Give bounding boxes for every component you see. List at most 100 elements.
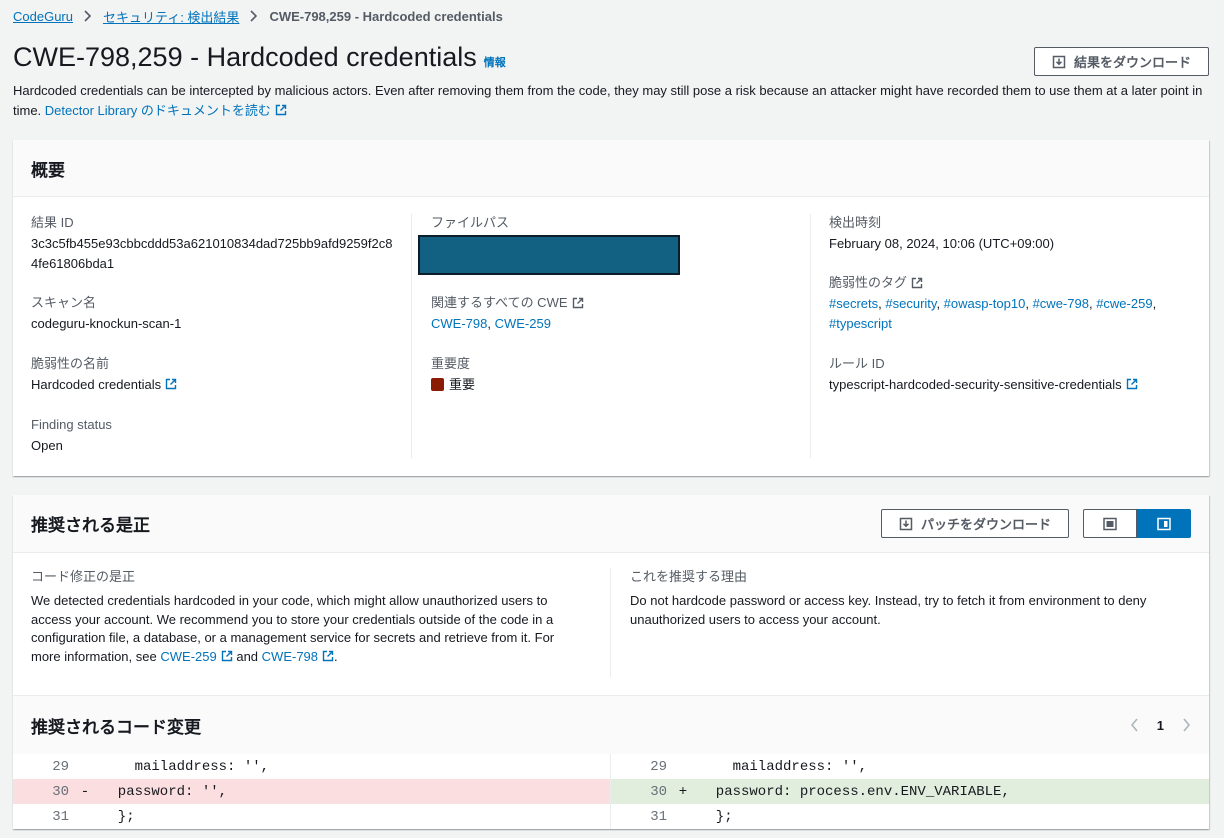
vuln-name-label: 脆弱性の名前 — [31, 356, 110, 371]
page-title: CWE-798,259 - Hardcoded credentials 情報 — [13, 42, 506, 73]
split-view-icon — [1157, 517, 1171, 530]
download-results-button[interactable]: 結果をダウンロード — [1034, 47, 1209, 76]
rule-id-field: ルール ID typescript-hardcoded-security-sen… — [829, 355, 1138, 395]
vuln-name-link[interactable]: Hardcoded credentials — [31, 375, 177, 395]
split-view-button[interactable] — [1137, 509, 1191, 538]
related-cwe-field: 関連するすべての CWE CWE-798, CWE-259 — [431, 294, 584, 334]
severity-critical-icon — [431, 378, 444, 391]
severity-label: 重要度 — [431, 356, 471, 371]
pagination: 1 — [1130, 718, 1191, 733]
severity-value: 重要 — [431, 375, 475, 395]
cwe-798-reference-link[interactable]: CWE-798 — [262, 649, 334, 664]
tag-link[interactable]: #secrets — [829, 296, 878, 311]
download-icon — [1052, 55, 1066, 68]
code-fix-text: We detected credentials hardcoded in you… — [31, 593, 555, 664]
diff-line: 31 }; — [52, 808, 135, 825]
external-link-icon — [1126, 378, 1137, 390]
download-patch-label: パッチをダウンロード — [920, 517, 1051, 532]
chevron-right-icon[interactable] — [1182, 718, 1191, 732]
detected-at-field: 検出時刻 February 08, 2024, 10:06 (UTC+09:00… — [829, 214, 1054, 254]
diff-view-toggle — [1083, 509, 1191, 538]
current-page[interactable]: 1 — [1157, 718, 1164, 733]
page-title-text: CWE-798,259 - Hardcoded credentials — [13, 42, 477, 72]
diff-original: 29 mailaddress: '', 30- password: '', 31… — [13, 754, 611, 829]
cwe-259-link[interactable]: CWE-259 — [495, 316, 551, 331]
breadcrumb-codeguru[interactable]: CodeGuru — [13, 9, 73, 24]
related-cwe-label: 関連するすべての CWE — [431, 294, 584, 312]
breadcrumb-security-findings[interactable]: セキュリティ: 検出結果 — [103, 7, 239, 26]
diff-line-deleted: 30- password: '', — [13, 779, 610, 804]
remediation-panel: 推奨される是正 パッチをダウンロード コード修正の是正 We detected … — [13, 495, 1209, 829]
diff-line: 29 mailaddress: '', — [52, 758, 270, 775]
severity-field: 重要度 重要 — [431, 355, 475, 395]
detector-library-link[interactable]: Detector Library のドキュメントを読む — [45, 103, 287, 118]
result-id-field: 結果 ID 3c3c5fb455e93cbbcddd53a621010834da… — [31, 214, 401, 274]
scan-name-field: スキャン名 codeguru-knockun-scan-1 — [31, 294, 181, 334]
overview-column-2: ファイルパス 関連するすべての CWE CWE-798, CWE-259 重要度… — [412, 214, 811, 458]
detected-at-label: 検出時刻 — [829, 215, 882, 230]
reason-column: これを推奨する理由 Do not hardcode password or ac… — [630, 568, 1190, 677]
rule-id-label: ルール ID — [829, 356, 885, 371]
scan-name-label: スキャン名 — [31, 295, 97, 310]
external-link-icon — [275, 104, 287, 116]
reason-text: Do not hardcode password or access key. … — [630, 593, 1147, 627]
code-fix-label: コード修正の是正 — [31, 569, 136, 584]
download-results-label: 結果をダウンロード — [1073, 55, 1191, 70]
tag-link[interactable]: #security — [885, 296, 936, 311]
diff-line: 31 }; — [650, 808, 733, 825]
code-fix-column: コード修正の是正 We detected credentials hardcod… — [31, 568, 611, 677]
code-changes-section: 推奨されるコード変更 1 29 mailaddress: '', 30- pas… — [13, 695, 1209, 829]
info-link[interactable]: 情報 — [484, 54, 506, 70]
reason-label: これを推奨する理由 — [630, 569, 748, 584]
cwe-798-link[interactable]: CWE-798 — [431, 316, 487, 331]
detected-at-value: February 08, 2024, 10:06 (UTC+09:00) — [829, 236, 1055, 251]
download-patch-button[interactable]: パッチをダウンロード — [881, 509, 1069, 538]
file-path-field: ファイルパス — [418, 214, 680, 275]
tags-value: #secrets, #security, #owasp-top10, #cwe-… — [829, 296, 1157, 331]
download-icon — [899, 517, 913, 530]
unified-view-icon — [1103, 517, 1117, 530]
rule-id-link[interactable]: typescript-hardcoded-security-sensitive-… — [829, 375, 1138, 395]
tag-link[interactable]: #owasp-top10 — [944, 296, 1026, 311]
external-link-icon — [221, 650, 232, 661]
code-diff: 29 mailaddress: '', 30- password: '', 31… — [13, 754, 1209, 829]
vuln-name-field: 脆弱性の名前 Hardcoded credentials — [31, 355, 177, 395]
chevron-right-icon — [83, 10, 93, 22]
external-link-icon — [572, 297, 583, 309]
breadcrumb: CodeGuru セキュリティ: 検出結果 CWE-798,259 - Hard… — [13, 7, 503, 25]
cwe-259-reference-link[interactable]: CWE-259 — [160, 649, 232, 664]
result-id-label: 結果 ID — [31, 215, 74, 230]
tag-link[interactable]: #cwe-259 — [1096, 296, 1152, 311]
page-description: Hardcoded credentials can be intercepted… — [13, 81, 1213, 121]
chevron-left-icon[interactable] — [1130, 718, 1139, 732]
file-path-label: ファイルパス — [431, 215, 510, 230]
scan-name-link[interactable]: codeguru-knockun-scan-1 — [31, 314, 181, 334]
external-link-icon — [322, 650, 334, 661]
file-path-redacted — [418, 235, 680, 275]
finding-status-label: Finding status — [31, 417, 112, 432]
tags-label: 脆弱性のタグ — [829, 274, 1184, 292]
remediation-header: 推奨される是正 パッチをダウンロード — [13, 495, 1209, 553]
code-changes-title: 推奨されるコード変更 — [31, 717, 201, 737]
overview-column-1: 結果 ID 3c3c5fb455e93cbbcddd53a621010834da… — [31, 214, 412, 458]
unified-view-button[interactable] — [1083, 509, 1137, 538]
breadcrumb-current: CWE-798,259 - Hardcoded credentials — [269, 8, 503, 24]
tags-field: 脆弱性のタグ #secrets, #security, #owasp-top10… — [829, 274, 1184, 334]
tag-link[interactable]: #cwe-798 — [1033, 296, 1089, 311]
finding-status-value: Open — [31, 438, 63, 453]
overview-column-3: 検出時刻 February 08, 2024, 10:06 (UTC+09:00… — [811, 214, 1191, 458]
tag-link[interactable]: #typescript — [829, 316, 892, 331]
related-cwe-value: CWE-798, CWE-259 — [431, 316, 551, 331]
external-link-icon — [911, 277, 923, 289]
overview-panel: 概要 結果 ID 3c3c5fb455e93cbbcddd53a62101083… — [13, 140, 1209, 476]
diff-line: 29 mailaddress: '', — [650, 758, 868, 775]
diff-line-added: 30 + password: process.env.ENV_VARIABLE, — [611, 779, 1209, 804]
remediation-title: 推奨される是正 — [31, 516, 150, 535]
overview-header: 概要 — [13, 140, 1209, 197]
result-id-value: 3c3c5fb455e93cbbcddd53a621010834dad725bb… — [31, 236, 393, 271]
external-link-icon — [165, 378, 177, 390]
overview-title: 概要 — [31, 160, 65, 180]
chevron-right-icon — [249, 10, 259, 22]
finding-status-field: Finding status Open — [31, 416, 112, 456]
diff-modified: 29 mailaddress: '', 30 + password: proces… — [611, 754, 1209, 829]
